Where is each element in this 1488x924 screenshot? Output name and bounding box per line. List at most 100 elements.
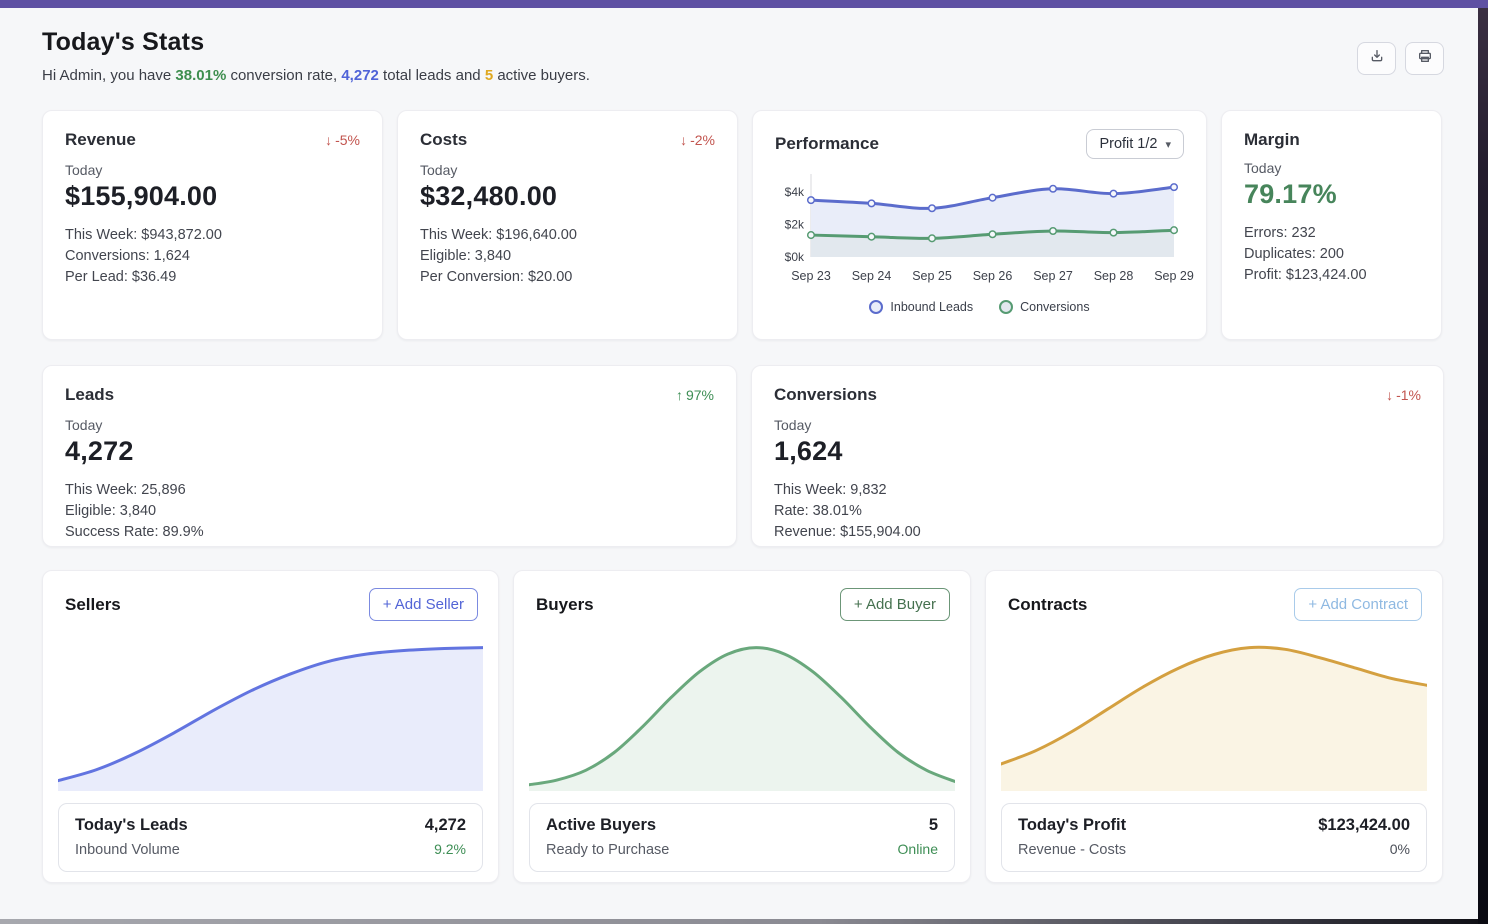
sellers-chart [58,633,483,791]
legend-item-conversions[interactable]: Conversions [999,300,1089,314]
svg-text:Sep 23: Sep 23 [791,269,831,283]
revenue-title: Revenue [65,130,136,150]
contracts-title: Contracts [1008,595,1087,615]
conversions-period-label: Today [774,417,1421,433]
costs-value: $32,480.00 [420,181,715,212]
greeting-prefix: Hi Admin, you have [42,67,175,84]
svg-text:Sep 24: Sep 24 [852,269,892,283]
margin-period-label: Today [1244,160,1419,176]
greeting-conversion-rate: 38.01% [175,67,226,84]
add-contract-button[interactable]: + Add Contract [1294,588,1422,621]
buyers-panel: Buyers + Add Buyer Active Buyers 5 Ready… [513,570,971,883]
stat-line: Eligible: 3,840 [65,501,714,522]
contracts-chart [1001,633,1427,791]
buyers-chart [529,633,955,791]
arrow-down-icon: ↓ [325,132,332,148]
leads-card: Leads ↑97% Today 4,272 This Week: 25,896… [42,365,737,547]
stat-line: This Week: $196,640.00 [420,225,715,246]
margin-value: 79.17% [1244,179,1419,210]
margin-title: Margin [1244,130,1300,150]
header-actions [1357,42,1444,75]
leads-value: 4,272 [65,436,714,467]
stat-line: Success Rate: 89.9% [65,522,714,543]
costs-title: Costs [420,130,467,150]
leads-title: Leads [65,385,114,405]
performance-legend: Inbound Leads Conversions [775,300,1184,314]
performance-title: Performance [775,134,879,154]
dashboard-screen: Today's Stats Hi Admin, you have 38.01% … [0,0,1488,924]
revenue-card: Revenue ↓-5% Today $155,904.00 This Week… [42,110,383,340]
legend-label: Inbound Leads [890,300,973,314]
stat-line: Errors: 232 [1244,223,1419,244]
chevron-down-icon: ▾ [1165,138,1171,151]
stat-line: This Week: 25,896 [65,480,714,501]
screen-right-edge [1478,8,1488,924]
legend-label: Conversions [1020,300,1089,314]
conversions-title: Conversions [774,385,877,405]
top-edge-bar [0,0,1488,8]
stat-line: This Week: 9,832 [774,480,1421,501]
buyers-title: Buyers [536,595,594,615]
arrow-down-icon: ↓ [680,132,687,148]
contracts-panel: Contracts + Add Contract Today's Profit … [985,570,1443,883]
sellers-panel: Sellers + Add Seller Today's Leads 4,272… [42,570,499,883]
leads-period-label: Today [65,417,714,433]
conversions-delta: ↓-1% [1386,387,1421,403]
performance-card: Performance Profit 1/2 ▾ $0k $2k $4k Sep 23… [752,110,1207,340]
profit-dropdown[interactable]: Profit 1/2 ▾ [1086,129,1184,159]
performance-chart: $0k$2k$4kSep 23Sep 24Sep 25Sep 26Sep 27S… [775,169,1184,291]
buyers-footer-value: 5 [929,816,938,835]
contracts-footer-sublabel: Revenue - Costs [1018,842,1126,858]
buyers-footer: Active Buyers 5 Ready to Purchase Online [529,803,955,872]
stats-row-2: Leads ↑97% Today 4,272 This Week: 25,896… [42,365,1444,547]
add-seller-button[interactable]: + Add Seller [369,588,478,621]
greeting-text: Hi Admin, you have 38.01% conversion rat… [42,67,590,84]
revenue-delta: ↓-5% [325,132,360,148]
sellers-footer-value: 4,272 [425,816,466,835]
page-header: Today's Stats Hi Admin, you have 38.01% … [42,28,1444,84]
contracts-footer-label: Today's Profit [1018,816,1126,835]
stat-line: Eligible: 3,840 [420,246,715,267]
conversions-swatch-icon [999,300,1013,314]
inbound-leads-swatch-icon [869,300,883,314]
stat-line: Per Lead: $36.49 [65,267,360,288]
sellers-footer-subvalue: 9.2% [434,841,466,857]
stat-line: Revenue: $155,904.00 [774,522,1421,543]
add-buyer-button[interactable]: + Add Buyer [840,588,950,621]
stat-line: Profit: $123,424.00 [1244,265,1419,286]
download-button[interactable] [1357,42,1396,75]
buyers-footer-label: Active Buyers [546,816,656,835]
svg-text:Sep 29: Sep 29 [1154,269,1194,283]
contracts-footer-subvalue: 0% [1390,841,1410,857]
stat-line: Rate: 38.01% [774,501,1421,522]
greeting-active-buyers: 5 [485,67,493,84]
legend-item-inbound-leads[interactable]: Inbound Leads [869,300,973,314]
greeting-total-leads: 4,272 [341,67,379,84]
print-button[interactable] [1405,42,1444,75]
svg-text:$2k: $2k [785,218,805,232]
page-content: Today's Stats Hi Admin, you have 38.01% … [0,0,1488,883]
revenue-period-label: Today [65,162,360,178]
arrow-up-icon: ↑ [676,387,683,403]
greeting-mid1: conversion rate, [226,67,341,84]
printer-icon [1417,48,1433,69]
svg-text:Sep 27: Sep 27 [1033,269,1073,283]
svg-text:$4k: $4k [785,185,805,199]
svg-text:$0k: $0k [785,250,805,264]
arrow-down-icon: ↓ [1386,387,1393,403]
svg-text:Sep 25: Sep 25 [912,269,952,283]
contracts-footer: Today's Profit $123,424.00 Revenue - Cos… [1001,803,1427,872]
costs-delta: ↓-2% [680,132,715,148]
margin-card: Margin Today 79.17% Errors: 232 Duplicat… [1221,110,1442,340]
contracts-footer-value: $123,424.00 [1318,816,1410,835]
page-title: Today's Stats [42,28,590,57]
stat-line: This Week: $943,872.00 [65,225,360,246]
sellers-footer-label: Today's Leads [75,816,188,835]
stat-line: Conversions: 1,624 [65,246,360,267]
download-icon [1369,48,1385,69]
buyers-footer-sublabel: Ready to Purchase [546,842,669,858]
conversions-value: 1,624 [774,436,1421,467]
revenue-value: $155,904.00 [65,181,360,212]
greeting-suffix: active buyers. [493,67,590,84]
profit-dropdown-label: Profit 1/2 [1099,136,1157,152]
